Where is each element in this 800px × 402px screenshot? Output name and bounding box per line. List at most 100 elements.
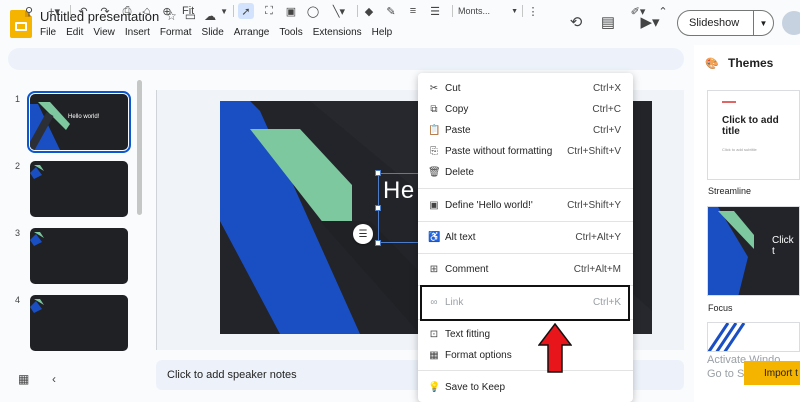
slide-number: 2 bbox=[15, 161, 21, 171]
trash-icon: 🗑 bbox=[428, 166, 441, 178]
menu-item-comment[interactable]: ⊞ Comment Ctrl+Alt+M bbox=[418, 260, 633, 278]
slide-thumbnail-4[interactable] bbox=[30, 295, 128, 351]
menu-file[interactable]: File bbox=[40, 27, 56, 38]
magic-edit-icon[interactable]: ☰ bbox=[353, 224, 373, 244]
link-highlight-box bbox=[420, 285, 630, 321]
menu-format[interactable]: Format bbox=[160, 27, 192, 38]
menu-divider bbox=[418, 221, 633, 222]
theme-name-focus: Focus bbox=[708, 303, 733, 313]
history-icon[interactable]: ⟲ bbox=[566, 12, 586, 32]
paste-plain-icon: ⎘ bbox=[430, 145, 438, 157]
theme-card-focus[interactable]: Click t bbox=[707, 206, 800, 296]
menu-help[interactable]: Help bbox=[372, 27, 393, 38]
menu-item-alt-text[interactable]: ♿ Alt text Ctrl+Alt+Y bbox=[418, 228, 633, 246]
menu-item-copy[interactable]: ⧉ Copy Ctrl+C bbox=[418, 100, 633, 118]
themes-title: Themes bbox=[728, 56, 774, 70]
avatar[interactable] bbox=[782, 11, 800, 35]
menu-item-text-fitting[interactable]: ⊡ Text fitting bbox=[418, 325, 633, 343]
menu-extensions[interactable]: Extensions bbox=[313, 27, 362, 38]
red-arrow-annotation bbox=[538, 323, 572, 373]
text-fitting-icon: ⊡ bbox=[429, 328, 439, 340]
menu-item-save-to-keep[interactable]: 💡 Save to Keep bbox=[418, 378, 633, 396]
menu-edit[interactable]: Edit bbox=[66, 27, 83, 38]
zoom-select[interactable]: Fit ▼ bbox=[182, 3, 228, 19]
collapse-filmstrip-icon[interactable]: ‹ bbox=[52, 372, 56, 386]
palette-icon: 🎨 bbox=[705, 58, 719, 70]
chevron-down-icon: ▼ bbox=[511, 7, 518, 15]
menu-divider bbox=[418, 253, 633, 254]
menu-item-delete[interactable]: 🗑 Delete bbox=[418, 163, 633, 181]
accessibility-icon: ♿ bbox=[428, 231, 441, 243]
slide-thumbnail-text: Hello world! bbox=[68, 114, 100, 120]
undo-icon[interactable]: ↶ bbox=[76, 3, 90, 19]
menu-slide[interactable]: Slide bbox=[202, 27, 224, 38]
toolbar bbox=[8, 48, 684, 70]
add-comment-icon: ⊞ bbox=[429, 263, 439, 275]
redo-icon[interactable]: ↷ bbox=[98, 3, 112, 19]
book-icon: ▣ bbox=[429, 199, 439, 211]
shape-icon[interactable]: ◯ bbox=[306, 3, 320, 19]
menu-bar: File Edit View Insert Format Slide Arran… bbox=[40, 27, 392, 38]
menu-divider bbox=[418, 188, 633, 189]
menu-divider bbox=[418, 370, 633, 371]
image-icon[interactable]: ▣ bbox=[284, 3, 298, 19]
select-pointer-icon[interactable]: ➚ bbox=[238, 3, 254, 19]
new-slide-icon[interactable]: +▾ bbox=[44, 3, 64, 19]
menu-item-format-options[interactable]: ▦ Format options bbox=[418, 346, 633, 364]
border-weight-icon[interactable]: ≡ bbox=[406, 3, 420, 19]
scissors-icon: ✂ bbox=[429, 82, 439, 94]
slideshow-button[interactable]: Slideshow ▼ bbox=[677, 10, 774, 36]
paint-format-icon[interactable]: ⌂ bbox=[140, 3, 154, 19]
select-frame-icon[interactable]: ⛶ bbox=[262, 3, 276, 19]
border-dash-icon[interactable]: ☰ bbox=[428, 3, 442, 19]
slide-thumbnail-2[interactable] bbox=[30, 161, 128, 217]
zoom-icon[interactable]: ⊕ bbox=[160, 3, 174, 19]
menu-view[interactable]: View bbox=[93, 27, 115, 38]
theme-preview-title: Click t bbox=[772, 235, 794, 257]
menu-item-paste-without-formatting[interactable]: ⎘ Paste without formatting Ctrl+Shift+V bbox=[418, 142, 633, 160]
font-select[interactable]: Monts... ▼ bbox=[458, 3, 518, 19]
edit-mode-icon[interactable]: ✐▾ bbox=[626, 3, 650, 19]
slide-thumbnail-3[interactable] bbox=[30, 228, 128, 284]
menu-arrange[interactable]: Arrange bbox=[234, 27, 270, 38]
menu-item-paste[interactable]: 📋 Paste Ctrl+V bbox=[418, 121, 633, 139]
resize-handle[interactable] bbox=[375, 240, 381, 246]
import-theme-button[interactable]: Import t bbox=[744, 361, 800, 385]
slide-thumbnail-1[interactable]: Hello world! bbox=[27, 91, 131, 153]
theme-card-3[interactable] bbox=[707, 322, 800, 352]
line-icon[interactable]: ╲▾ bbox=[326, 3, 352, 19]
theme-card-streamline[interactable]: Click to add title Click to add subtitle bbox=[707, 90, 800, 180]
menu-item-define[interactable]: ▣ Define 'Hello world!' Ctrl+Shift+Y bbox=[418, 196, 633, 214]
fill-color-icon[interactable]: ◆ bbox=[362, 3, 376, 19]
lightbulb-icon: 💡 bbox=[428, 381, 441, 393]
copy-icon: ⧉ bbox=[430, 103, 438, 115]
slide-number: 4 bbox=[15, 295, 21, 305]
zoom-label: Fit bbox=[182, 5, 195, 17]
slide-number: 3 bbox=[15, 228, 21, 238]
theme-preview-subtitle: Click to add subtitle bbox=[722, 147, 757, 152]
slide-number: 1 bbox=[15, 94, 21, 104]
ruler bbox=[156, 90, 157, 350]
border-color-icon[interactable]: ✎ bbox=[384, 3, 398, 19]
slideshow-dropdown-icon[interactable]: ▼ bbox=[754, 19, 773, 28]
comments-icon[interactable]: ▤ bbox=[598, 12, 618, 32]
menu-tools[interactable]: Tools bbox=[279, 27, 302, 38]
more-options-icon[interactable]: ⋮ bbox=[528, 3, 539, 19]
slideshow-label[interactable]: Slideshow bbox=[678, 11, 754, 35]
paste-icon: 📋 bbox=[428, 124, 441, 136]
filmstrip-scrollbar[interactable] bbox=[137, 80, 142, 215]
menu-item-cut[interactable]: ✂ Cut Ctrl+X bbox=[418, 79, 633, 97]
print-icon[interactable]: ⎙ bbox=[120, 3, 134, 19]
theme-preview-title: Click to add title bbox=[722, 115, 779, 137]
collapse-toolbar-icon[interactable]: ⌃ bbox=[657, 3, 669, 19]
context-menu: ✂ Cut Ctrl+X ⧉ Copy Ctrl+C 📋 Paste Ctrl+… bbox=[418, 73, 633, 402]
search-menus-icon[interactable]: ⚲ bbox=[22, 3, 36, 19]
format-options-icon: ▦ bbox=[429, 349, 439, 361]
resize-handle[interactable] bbox=[375, 205, 381, 211]
menu-insert[interactable]: Insert bbox=[125, 27, 150, 38]
font-label: Monts... bbox=[458, 6, 491, 16]
theme-name-streamline: Streamline bbox=[708, 186, 752, 196]
grid-view-icon[interactable]: ▦ bbox=[18, 372, 29, 386]
chevron-down-icon: ▼ bbox=[220, 6, 228, 16]
resize-handle[interactable] bbox=[375, 170, 381, 176]
